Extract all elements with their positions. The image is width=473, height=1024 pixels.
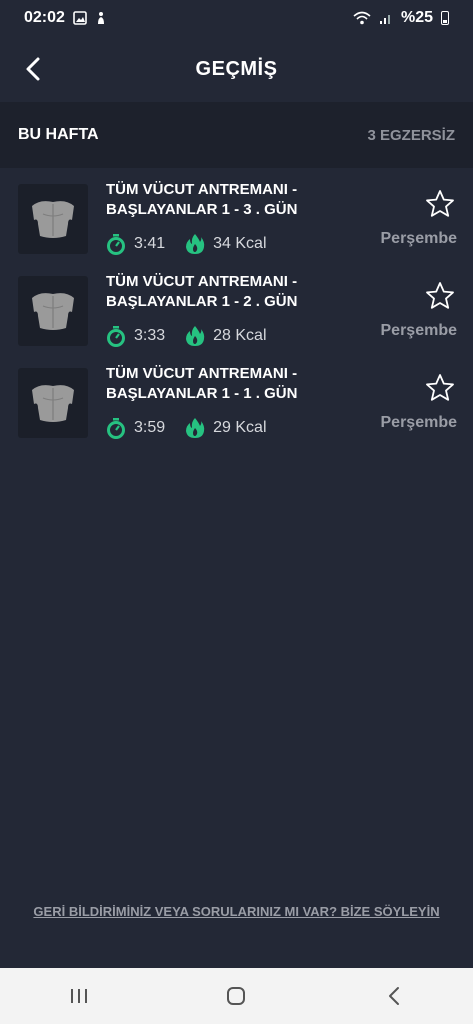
status-left: 02:02 [24,9,107,27]
workout-calories: 28 Kcal [213,327,267,344]
gesture-icon [97,12,104,24]
workout-title: TÜM VÜCUT ANTREMANI - BAŞLAYANLAR 1 - 3 … [106,181,298,218]
torso-icon [32,293,74,330]
star-icon[interactable] [424,280,456,312]
exercise-count: 3 EGZERSİZ [367,126,455,144]
workout-duration: 3:33 [134,327,166,344]
timer-icon [107,418,125,439]
week-section-header: BU HAFTA 3 EGZERSİZ [0,102,473,168]
signal-icon [379,15,390,24]
status-time: 02:02 [24,9,65,26]
workout-item[interactable]: TÜM VÜCUT ANTREMANI - BAŞLAYANLAR 1 - 2 … [0,272,473,360]
workout-day: Perşembe [380,230,458,247]
recent-apps-icon [70,989,87,1003]
timer-icon [107,326,125,347]
star-icon[interactable] [424,372,456,404]
app-header: GEÇMİŞ [0,36,473,102]
flame-icon [186,418,205,438]
nav-back-icon [389,987,400,1005]
wifi-icon [353,11,371,25]
feedback-link[interactable]: GERİ BİLDİRİMİNİZ VEYA SORULARINIZ MI VA… [0,904,473,919]
workout-calories: 29 Kcal [213,419,267,436]
home-icon [227,987,246,1005]
battery-percent: %25 [400,9,433,26]
workout-meta: 3:33 28 Kcal [106,324,267,348]
workout-duration: 3:59 [134,419,166,436]
recent-apps-button[interactable] [49,976,109,1016]
star-icon[interactable] [424,188,456,220]
workout-calories: 34 Kcal [213,235,267,252]
workout-item[interactable]: TÜM VÜCUT ANTREMANI - BAŞLAYANLAR 1 - 3 … [0,180,473,268]
battery-icon [441,11,449,25]
workout-title: TÜM VÜCUT ANTREMANI - BAŞLAYANLAR 1 - 1 … [106,365,298,402]
workout-meta: 3:59 29 Kcal [106,416,267,440]
timer-icon [107,234,125,255]
workout-item[interactable]: TÜM VÜCUT ANTREMANI - BAŞLAYANLAR 1 - 1 … [0,364,473,452]
back-icon[interactable] [20,54,48,84]
flame-icon [186,326,205,346]
workout-thumbnail [18,276,88,346]
page-title: GEÇMİŞ [195,57,278,80]
torso-icon [32,385,74,422]
status-right: %25 [353,9,449,27]
nav-back-button[interactable] [364,976,424,1016]
workout-meta: 3:41 34 Kcal [106,232,267,256]
home-button[interactable] [206,976,266,1016]
flame-icon [186,234,205,254]
workout-thumbnail [18,368,88,438]
workout-thumbnail [18,184,88,254]
system-nav-bar [0,968,473,1024]
section-title: BU HAFTA [18,126,99,143]
workout-title: TÜM VÜCUT ANTREMANI - BAŞLAYANLAR 1 - 2 … [106,273,298,310]
workout-day: Perşembe [380,414,458,431]
workout-duration: 3:41 [134,235,166,252]
image-icon [73,11,87,25]
workout-day: Perşembe [380,322,458,339]
torso-icon [32,201,74,238]
status-bar: 02:02 %25 [0,0,473,36]
